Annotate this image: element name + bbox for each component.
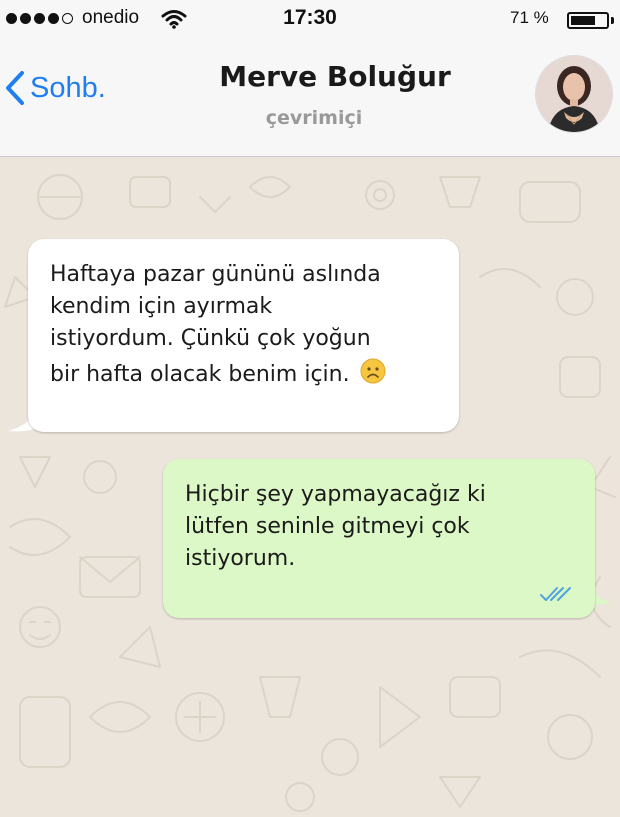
- message-incoming[interactable]: Haftaya pazar gününü aslında kendim için…: [28, 239, 459, 432]
- chat-header: Sohb. Merve Boluğur çevrimiçi: [0, 38, 620, 157]
- contact-photo: [536, 56, 612, 132]
- battery-level: [571, 16, 595, 25]
- battery-tip: [611, 17, 614, 24]
- sad-face-emoji: [360, 358, 386, 394]
- battery-percent: 71 %: [510, 8, 549, 27]
- chat-area[interactable]: Haftaya pazar gününü aslında kendim için…: [0, 157, 620, 817]
- contact-name[interactable]: Merve Boluğur: [0, 60, 620, 93]
- contact-status: çevrimiçi: [265, 107, 363, 129]
- message-text: Haftaya pazar gününü aslında kendim için…: [50, 262, 381, 387]
- status-bar: onedio 17:30 71 %: [0, 0, 620, 38]
- message-outgoing[interactable]: Hiçbir şey yapmayacağız ki lütfen seninl…: [163, 459, 595, 618]
- message-text: Hiçbir şey yapmayacağız ki lütfen seninl…: [185, 482, 486, 571]
- avatar[interactable]: [535, 55, 613, 133]
- battery-icon: [567, 12, 609, 29]
- read-receipt-icon: [540, 587, 571, 601]
